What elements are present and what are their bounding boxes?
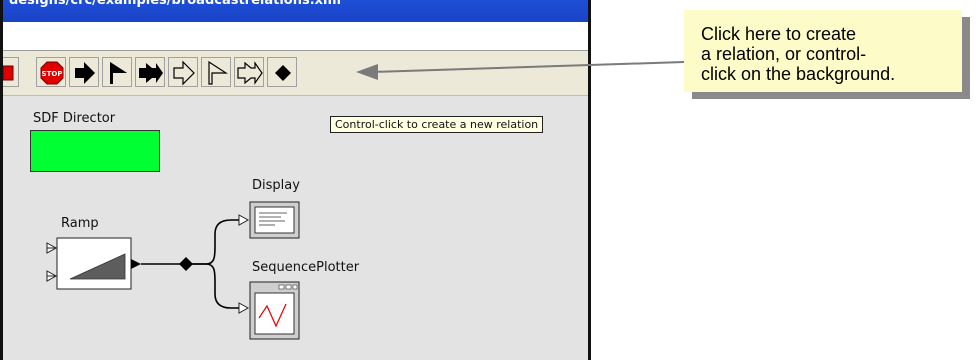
display-input-port[interactable] [238,214,250,226]
new-relation-button[interactable] [267,57,297,87]
diamond-icon [275,65,291,81]
relation-to-plotter-link[interactable] [191,263,239,309]
relation-to-display-link[interactable] [191,219,239,265]
relation-diamond[interactable] [179,257,193,271]
arrow-outline-button[interactable] [168,57,198,87]
window-title: designs/crc/examples/broadcastrelations.… [9,0,342,8]
flag-button[interactable] [102,57,132,87]
callout-line-3: click on the background. [701,64,896,84]
stop-button[interactable]: STOP [36,57,66,87]
help-callout: Click here to create a relation, or cont… [684,10,962,92]
arrow-right-button[interactable] [69,57,99,87]
arrow-outline-icon [173,60,195,86]
toolbar: STOP [3,51,588,96]
display-actor[interactable] [249,201,300,239]
ramp-actor[interactable] [56,237,132,290]
callout-line-1: Click here to create [701,24,857,44]
double-arrow-icon [139,63,163,83]
menu-area [3,22,588,51]
double-arrow-outline-button[interactable] [234,57,264,87]
double-arrow-button[interactable] [135,57,165,87]
stop-text: STOP [42,70,63,78]
flag-icon [110,62,127,84]
vergil-window: designs/crc/examples/broadcastrelations.… [0,0,591,360]
flag-outline-button[interactable] [201,57,231,87]
stop-sign-icon: STOP [40,61,64,85]
model-diagram [46,201,300,340]
plotter-input-port[interactable] [238,302,250,314]
arrow-right-icon [75,62,95,84]
stop-red-button[interactable] [3,57,19,87]
sequence-plotter-actor[interactable] [249,281,300,340]
window-titlebar[interactable]: designs/crc/examples/broadcastrelations.… [3,0,588,22]
model-canvas[interactable]: SDF Director Control-click to create a n… [3,96,588,360]
red-square-icon [3,65,14,81]
callout-line-2: a relation, or control- [701,44,867,64]
flag-outline-icon [208,60,229,85]
ramp-output-port[interactable] [131,259,141,269]
double-arrow-outline-icon [237,61,263,85]
